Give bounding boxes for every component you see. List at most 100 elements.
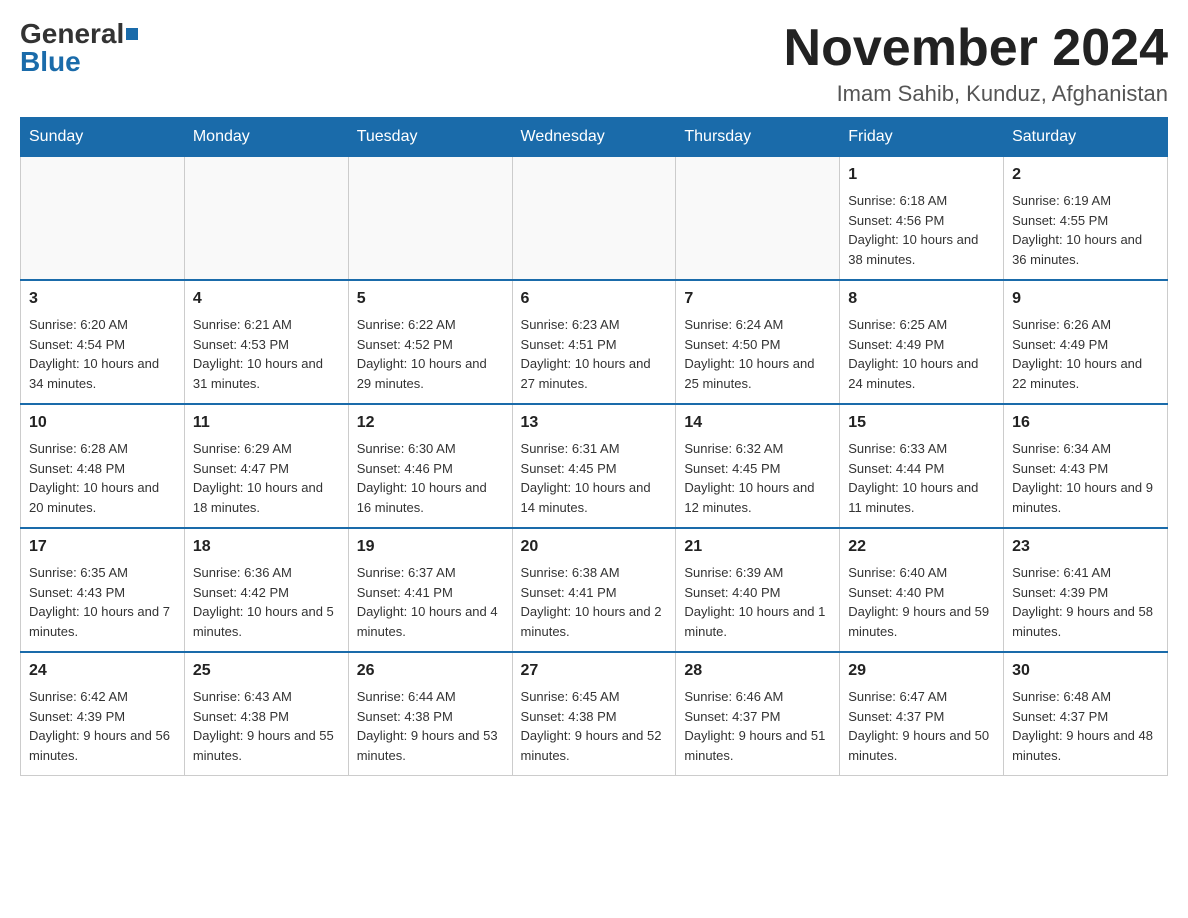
month-year-title: November 2024: [784, 20, 1168, 77]
day-info: Sunrise: 6:19 AMSunset: 4:55 PMDaylight:…: [1012, 191, 1159, 269]
day-info: Sunrise: 6:21 AMSunset: 4:53 PMDaylight:…: [193, 315, 340, 393]
day-number: 10: [29, 411, 176, 435]
week-row-5: 24Sunrise: 6:42 AMSunset: 4:39 PMDayligh…: [21, 652, 1168, 776]
calendar-cell: 11 Sunrise: 6:29 AMSunset: 4:47 PMDayligh…: [184, 404, 348, 528]
weekday-header-thursday: Thursday: [676, 118, 840, 157]
day-number: 18: [193, 535, 340, 559]
calendar-cell: [184, 157, 348, 281]
day-info: Sunrise: 6:32 AMSunset: 4:45 PMDaylight:…: [684, 439, 831, 517]
day-number: 13: [521, 411, 668, 435]
day-info: Sunrise: 6:35 AMSunset: 4:43 PMDaylight:…: [29, 563, 176, 641]
day-info: Sunrise: 6:47 AMSunset: 4:37 PMDaylight:…: [848, 687, 995, 765]
calendar-cell: 28 Sunrise: 6:46 AMSunset: 4:37 PMDayligh…: [676, 652, 840, 776]
calendar-cell: 6Sunrise: 6:23 AMSunset: 4:51 PMDaylight…: [512, 280, 676, 404]
day-number: 27: [521, 659, 668, 683]
day-info: Sunrise: 6:44 AMSunset: 4:38 PMDaylight:…: [357, 687, 504, 765]
calendar-cell: 9 Sunrise: 6:26 AMSunset: 4:49 PMDaylight…: [1004, 280, 1168, 404]
day-info: Sunrise: 6:43 AMSunset: 4:38 PMDaylight:…: [193, 687, 340, 765]
day-number: 23: [1012, 535, 1159, 559]
calendar-cell: 12Sunrise: 6:30 AMSunset: 4:46 PMDayligh…: [348, 404, 512, 528]
day-number: 20: [521, 535, 668, 559]
day-number: 25: [193, 659, 340, 683]
weekday-header-tuesday: Tuesday: [348, 118, 512, 157]
logo-triangle-icon: [126, 28, 138, 40]
weekday-header-wednesday: Wednesday: [512, 118, 676, 157]
day-info: Sunrise: 6:22 AMSunset: 4:52 PMDaylight:…: [357, 315, 504, 393]
day-number: 3: [29, 287, 176, 311]
day-number: 6: [521, 287, 668, 311]
weekday-header-friday: Friday: [840, 118, 1004, 157]
weekday-header-saturday: Saturday: [1004, 118, 1168, 157]
calendar-cell: 13 Sunrise: 6:31 AMSunset: 4:45 PMDayligh…: [512, 404, 676, 528]
calendar-cell: 25 Sunrise: 6:43 AMSunset: 4:38 PMDayligh…: [184, 652, 348, 776]
day-info: Sunrise: 6:37 AMSunset: 4:41 PMDaylight:…: [357, 563, 504, 641]
page-header: General Blue November 2024 Imam Sahib, K…: [20, 20, 1168, 107]
day-number: 22: [848, 535, 995, 559]
calendar-cell: 7Sunrise: 6:24 AMSunset: 4:50 PMDaylight…: [676, 280, 840, 404]
day-info: Sunrise: 6:25 AMSunset: 4:49 PMDaylight:…: [848, 315, 995, 393]
day-number: 14: [684, 411, 831, 435]
calendar-cell: 20 Sunrise: 6:38 AMSunset: 4:41 PMDayligh…: [512, 528, 676, 652]
day-info: Sunrise: 6:48 AMSunset: 4:37 PMDaylight:…: [1012, 687, 1159, 765]
calendar-cell: 17 Sunrise: 6:35 AMSunset: 4:43 PMDayligh…: [21, 528, 185, 652]
week-row-4: 17 Sunrise: 6:35 AMSunset: 4:43 PMDayligh…: [21, 528, 1168, 652]
calendar-cell: [512, 157, 676, 281]
day-info: Sunrise: 6:29 AMSunset: 4:47 PMDaylight:…: [193, 439, 340, 517]
calendar-cell: [676, 157, 840, 281]
day-number: 30: [1012, 659, 1159, 683]
calendar-cell: 24Sunrise: 6:42 AMSunset: 4:39 PMDayligh…: [21, 652, 185, 776]
day-info: Sunrise: 6:26 AMSunset: 4:49 PMDaylight:…: [1012, 315, 1159, 393]
day-info: Sunrise: 6:42 AMSunset: 4:39 PMDaylight:…: [29, 687, 176, 765]
calendar-cell: 29 Sunrise: 6:47 AMSunset: 4:37 PMDayligh…: [840, 652, 1004, 776]
week-row-2: 3 Sunrise: 6:20 AMSunset: 4:54 PMDaylight…: [21, 280, 1168, 404]
day-number: 29: [848, 659, 995, 683]
day-number: 16: [1012, 411, 1159, 435]
logo-general-text: General: [20, 20, 124, 48]
location-subtitle: Imam Sahib, Kunduz, Afghanistan: [784, 81, 1168, 107]
day-number: 17: [29, 535, 176, 559]
calendar-cell: [348, 157, 512, 281]
calendar-cell: 3 Sunrise: 6:20 AMSunset: 4:54 PMDaylight…: [21, 280, 185, 404]
title-area: November 2024 Imam Sahib, Kunduz, Afghan…: [784, 20, 1168, 107]
calendar-table: SundayMondayTuesdayWednesdayThursdayFrid…: [20, 117, 1168, 776]
day-info: Sunrise: 6:39 AMSunset: 4:40 PMDaylight:…: [684, 563, 831, 641]
calendar-cell: 26Sunrise: 6:44 AMSunset: 4:38 PMDayligh…: [348, 652, 512, 776]
day-info: Sunrise: 6:34 AMSunset: 4:43 PMDaylight:…: [1012, 439, 1159, 517]
calendar-cell: 22 Sunrise: 6:40 AMSunset: 4:40 PMDayligh…: [840, 528, 1004, 652]
calendar-cell: 18 Sunrise: 6:36 AMSunset: 4:42 PMDayligh…: [184, 528, 348, 652]
day-number: 28: [684, 659, 831, 683]
day-number: 8: [848, 287, 995, 311]
calendar-cell: 16 Sunrise: 6:34 AMSunset: 4:43 PMDayligh…: [1004, 404, 1168, 528]
day-info: Sunrise: 6:31 AMSunset: 4:45 PMDaylight:…: [521, 439, 668, 517]
calendar-cell: 8 Sunrise: 6:25 AMSunset: 4:49 PMDaylight…: [840, 280, 1004, 404]
day-number: 5: [357, 287, 504, 311]
day-number: 1: [848, 163, 995, 187]
day-number: 9: [1012, 287, 1159, 311]
weekday-header-monday: Monday: [184, 118, 348, 157]
calendar-cell: 27Sunrise: 6:45 AMSunset: 4:38 PMDayligh…: [512, 652, 676, 776]
day-info: Sunrise: 6:18 AMSunset: 4:56 PMDaylight:…: [848, 191, 995, 269]
day-info: Sunrise: 6:46 AMSunset: 4:37 PMDaylight:…: [684, 687, 831, 765]
weekday-header-sunday: Sunday: [21, 118, 185, 157]
day-number: 4: [193, 287, 340, 311]
calendar-cell: 4 Sunrise: 6:21 AMSunset: 4:53 PMDaylight…: [184, 280, 348, 404]
logo-blue-text: Blue: [20, 46, 81, 77]
calendar-cell: 10Sunrise: 6:28 AMSunset: 4:48 PMDayligh…: [21, 404, 185, 528]
day-info: Sunrise: 6:20 AMSunset: 4:54 PMDaylight:…: [29, 315, 176, 393]
calendar-cell: [21, 157, 185, 281]
calendar-cell: 2Sunrise: 6:19 AMSunset: 4:55 PMDaylight…: [1004, 157, 1168, 281]
calendar-cell: 5 Sunrise: 6:22 AMSunset: 4:52 PMDaylight…: [348, 280, 512, 404]
calendar-cell: 21 Sunrise: 6:39 AMSunset: 4:40 PMDayligh…: [676, 528, 840, 652]
calendar-cell: 15Sunrise: 6:33 AMSunset: 4:44 PMDayligh…: [840, 404, 1004, 528]
day-number: 11: [193, 411, 340, 435]
calendar-cell: 30 Sunrise: 6:48 AMSunset: 4:37 PMDayligh…: [1004, 652, 1168, 776]
week-row-3: 10Sunrise: 6:28 AMSunset: 4:48 PMDayligh…: [21, 404, 1168, 528]
day-number: 19: [357, 535, 504, 559]
day-number: 21: [684, 535, 831, 559]
day-info: Sunrise: 6:40 AMSunset: 4:40 PMDaylight:…: [848, 563, 995, 641]
day-info: Sunrise: 6:36 AMSunset: 4:42 PMDaylight:…: [193, 563, 340, 641]
week-row-1: 1 Sunrise: 6:18 AMSunset: 4:56 PMDaylight…: [21, 157, 1168, 281]
day-info: Sunrise: 6:38 AMSunset: 4:41 PMDaylight:…: [521, 563, 668, 641]
calendar-cell: 23Sunrise: 6:41 AMSunset: 4:39 PMDayligh…: [1004, 528, 1168, 652]
day-info: Sunrise: 6:30 AMSunset: 4:46 PMDaylight:…: [357, 439, 504, 517]
